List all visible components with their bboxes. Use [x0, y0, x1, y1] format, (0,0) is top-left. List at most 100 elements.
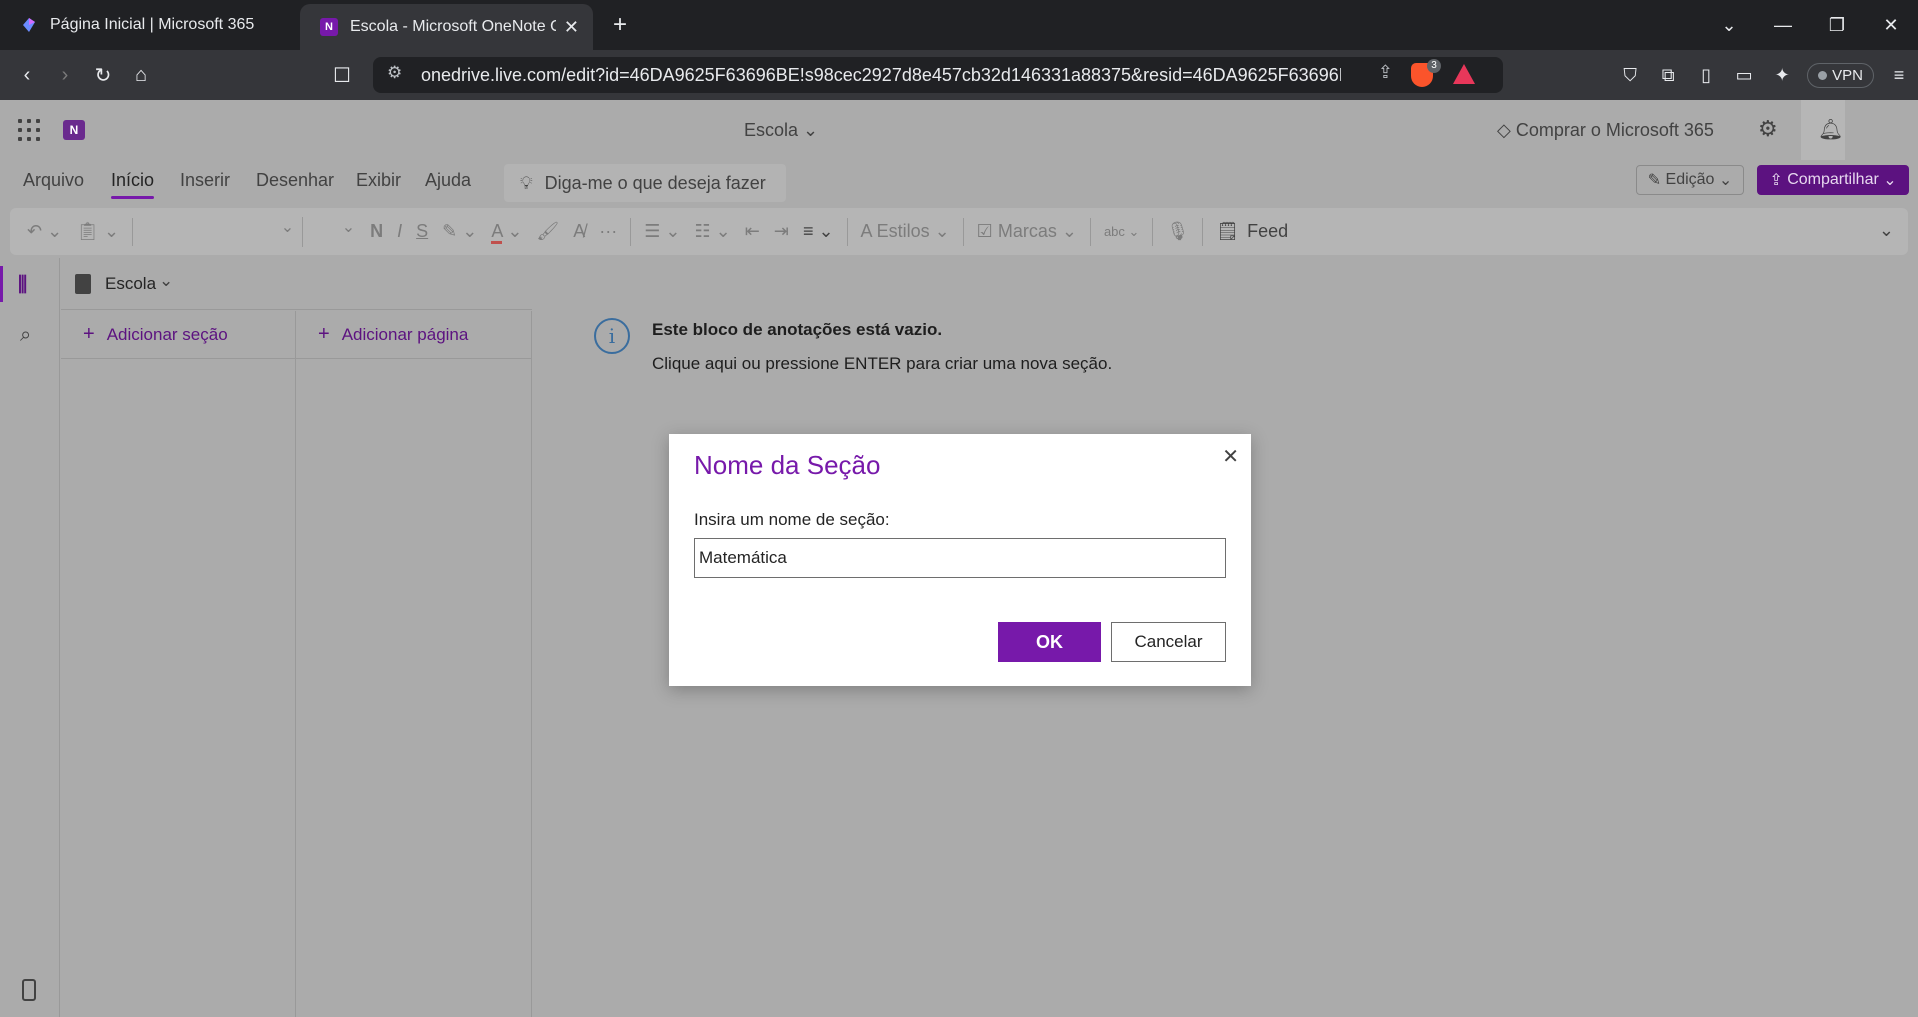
bitwarden-icon[interactable]: ⛉	[1611, 65, 1649, 86]
section-name-input[interactable]	[694, 538, 1226, 578]
forward-button[interactable]: ›	[46, 64, 84, 87]
share-icon[interactable]: ⇪	[1378, 62, 1393, 83]
italic-button[interactable]: I	[390, 221, 409, 242]
ribbon-expand-chevron-icon[interactable]: ⌄	[1879, 220, 1894, 241]
styles-button[interactable]: A Estilos ⌄	[854, 221, 957, 242]
lightbulb-icon: 💡︎	[520, 172, 533, 193]
window-controls: ⌄ — ❐ ✕	[1702, 0, 1918, 50]
wallet-icon[interactable]: ▭	[1725, 65, 1763, 86]
chevron-down-icon: ⌄	[159, 271, 174, 290]
menu-icon[interactable]: ≡	[1880, 65, 1918, 86]
share-label: Compartilhar	[1787, 171, 1879, 188]
browser-tab-onenote[interactable]: N Escola - Microsoft OneNote Online ✕	[300, 4, 593, 50]
styles-label: Estilos	[876, 221, 930, 241]
pencil-icon: ✎	[1647, 172, 1662, 189]
left-rail: ⫼ ⌕	[0, 258, 60, 1017]
tab-ajuda[interactable]: Ajuda	[425, 170, 471, 191]
restore-button[interactable]: ❐	[1810, 15, 1864, 36]
browser-toolbar: ‹ › ↻ ⌂ ☐ ⚙ onedrive.live.com/edit?id=46…	[0, 50, 1918, 100]
feed-label: Feed	[1247, 221, 1289, 241]
edit-mode-label: Edição	[1665, 171, 1715, 188]
bell-icon[interactable]: 🔔︎	[1818, 117, 1843, 142]
tags-button[interactable]: ☑ Marcas ⌄	[970, 221, 1084, 242]
address-bar[interactable]: ⚙ onedrive.live.com/edit?id=46DA9625F636…	[373, 57, 1503, 93]
cancel-button[interactable]: Cancelar	[1111, 622, 1226, 662]
share-button[interactable]: ⇪ Compartilhar ⌄	[1757, 165, 1909, 195]
settings-gear-icon[interactable]: ⚙	[1758, 116, 1778, 142]
sidebar-icon[interactable]: ▯	[1687, 65, 1725, 86]
tab-arquivo[interactable]: Arquivo	[23, 170, 84, 191]
reload-button[interactable]: ↻	[84, 63, 122, 88]
vpn-button[interactable]: VPN	[1807, 62, 1874, 88]
bookmark-icon[interactable]: ☐	[333, 63, 351, 88]
add-section-button[interactable]: + Adicionar seção	[61, 311, 295, 359]
underline-button[interactable]: S	[409, 221, 435, 242]
url-text[interactable]: onedrive.live.com/edit?id=46DA9625F63696…	[421, 65, 1341, 86]
notebook-selector[interactable]: Escola ⌄	[61, 258, 532, 310]
search-icon[interactable]: ⌕	[20, 324, 31, 347]
chevron-down-icon: ⌄	[803, 120, 819, 140]
home-button[interactable]: ⌂	[122, 64, 160, 87]
clear-formatting-icon[interactable]: A̸	[566, 221, 592, 242]
format-painter-icon[interactable]: 🖌︎	[529, 221, 566, 242]
close-icon[interactable]: ✕	[1222, 444, 1239, 469]
buy-microsoft365-link[interactable]: ◇ Comprar o Microsoft 365	[1497, 120, 1714, 141]
vpn-status-icon	[1818, 70, 1828, 80]
tag-star-icon: ☑	[976, 221, 993, 241]
tab-search-icon[interactable]: ⌄	[1702, 15, 1756, 36]
app-launcher-icon[interactable]	[18, 119, 40, 141]
close-window-button[interactable]: ✕	[1864, 15, 1918, 36]
site-settings-icon[interactable]: ⚙	[387, 63, 402, 83]
tab-inserir[interactable]: Inserir	[180, 170, 230, 191]
spelling-button[interactable]: abc ⌄	[1097, 224, 1146, 240]
share-icon: ⇪	[1769, 172, 1783, 189]
undo-icon[interactable]: ↶ ⌄	[20, 221, 69, 242]
more-options-icon[interactable]: ···	[592, 221, 624, 242]
tab-desenhar[interactable]: Desenhar	[256, 170, 334, 191]
edit-mode-button[interactable]: ✎ Edição ⌄	[1636, 165, 1744, 195]
tags-label: Marcas	[997, 221, 1057, 241]
brave-rewards-icon[interactable]	[1453, 64, 1475, 84]
close-tab-icon[interactable]: ✕	[564, 17, 579, 38]
new-tab-button[interactable]: +	[613, 11, 627, 39]
notebooks-library-icon[interactable]: ⫼	[18, 274, 27, 297]
notebook-title-button[interactable]: Escola ⌄	[744, 120, 818, 141]
font-color-icon[interactable]: A ⌄	[484, 221, 529, 244]
bold-button[interactable]: N	[363, 221, 390, 242]
increase-indent-icon[interactable]: ⇥	[767, 221, 796, 242]
font-size-select[interactable]	[303, 217, 363, 247]
bullet-list-icon[interactable]: ☰ ⌄	[637, 221, 687, 242]
chevron-down-icon: ⌄	[1883, 172, 1897, 189]
tab-title: Escola - Microsoft OneNote Online	[350, 18, 556, 35]
clipboard-icon[interactable]: 📋︎ ⌄	[69, 221, 126, 242]
font-family-select[interactable]	[143, 216, 304, 247]
add-section-label: Adicionar seção	[106, 324, 228, 344]
section-name-dialog: ✕ Nome da Seção Insira um nome de seção:…	[669, 434, 1251, 686]
info-icon: i	[594, 318, 630, 354]
plus-icon: +	[83, 323, 95, 345]
microsoft365-icon	[20, 16, 38, 34]
dictate-microphone-icon[interactable]: 🎙︎	[1159, 221, 1196, 242]
mobile-device-icon[interactable]	[22, 979, 36, 1001]
decrease-indent-icon[interactable]: ⇤	[738, 221, 767, 242]
tell-me-search[interactable]: 💡︎ Diga-me o que deseja fazer	[504, 164, 786, 202]
browser-tab-microsoft365[interactable]: Página Inicial | Microsoft 365	[0, 0, 300, 50]
leo-ai-icon[interactable]: ✦	[1763, 65, 1801, 86]
numbered-list-icon[interactable]: ☷ ⌄	[688, 221, 738, 242]
ribbon-tabs: Arquivo Início Inserir Desenhar Exibir A…	[0, 160, 1918, 205]
diamond-icon: ◇	[1497, 120, 1511, 140]
align-icon[interactable]: ≡ ⌄	[796, 221, 841, 242]
back-button[interactable]: ‹	[8, 64, 46, 87]
buy-label: Comprar o Microsoft 365	[1515, 120, 1714, 140]
feed-button[interactable]: 🗒︎ Feed	[1209, 221, 1295, 242]
ok-button[interactable]: OK	[998, 622, 1101, 662]
onenote-logo[interactable]: N	[63, 120, 85, 140]
highlight-icon[interactable]: ✎ ⌄	[435, 221, 484, 242]
browser-extensions: ⛉ ⧉ ▯ ▭ ✦ VPN ≡	[1611, 50, 1918, 100]
add-page-button[interactable]: + Adicionar página	[296, 311, 531, 359]
extensions-icon[interactable]: ⧉	[1649, 65, 1687, 86]
minimize-button[interactable]: —	[1756, 15, 1810, 36]
tab-inicio[interactable]: Início	[111, 170, 155, 199]
tab-exibir[interactable]: Exibir	[356, 170, 401, 191]
add-page-label: Adicionar página	[341, 324, 469, 344]
